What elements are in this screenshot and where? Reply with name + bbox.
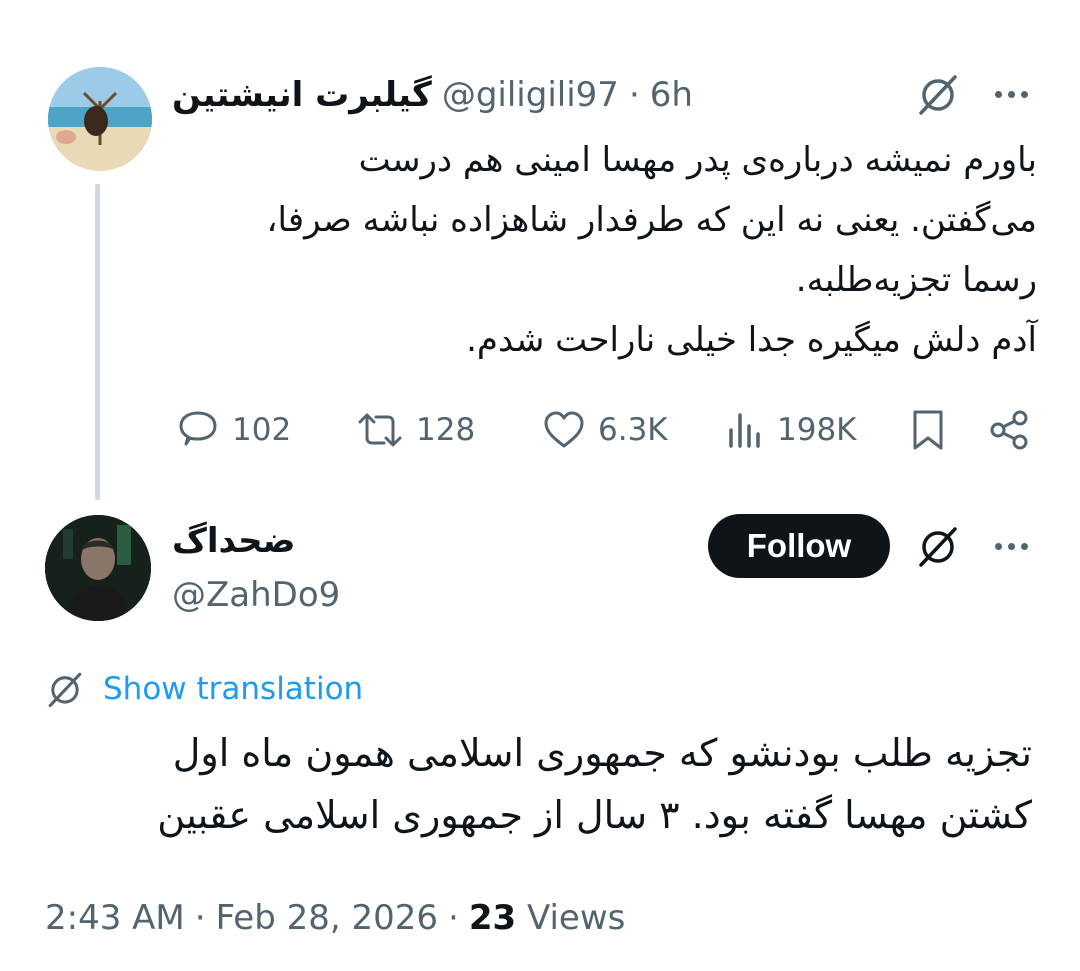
tweet-text-line: آدم دلش میگیره جدا خیلی ناراحت شدم.: [466, 320, 1037, 360]
more-options-button[interactable]: [983, 74, 1039, 114]
display-name[interactable]: گیلبرت انیشتین: [172, 75, 432, 115]
follow-button[interactable]: Follow: [708, 514, 890, 578]
tweet-text-line: رسما تجزیه‌طلبه.: [795, 260, 1037, 300]
like-count: 6.3K: [598, 412, 668, 448]
share-icon: [990, 410, 1028, 450]
views-button[interactable]: 198K: [725, 400, 857, 460]
avatar-giligili97[interactable]: [48, 67, 152, 171]
avatar-zahdo9[interactable]: [45, 515, 151, 621]
tweet-text-line: باورم نمیشه درباره‌ی پدر مهسا امینی هم د…: [358, 140, 1037, 180]
reply-tweet-text: تجزیه طلب بودنشو که جمهوری اسلامی همون م…: [32, 722, 1032, 846]
views-label: Views: [526, 898, 626, 938]
show-translation-label: Show translation: [103, 671, 364, 707]
more-dots-icon: [994, 542, 1002, 550]
views-bars-icon: [729, 413, 760, 448]
reply-count: 102: [232, 412, 292, 448]
grok-button[interactable]: [910, 66, 966, 122]
reply-button[interactable]: 102: [176, 400, 291, 460]
handle[interactable]: @giligili97: [442, 75, 619, 115]
parent-tweet-text: باورم نمیشه درباره‌ی پدر مهسا امینی هم د…: [257, 130, 1037, 370]
grok-translate-icon: [48, 672, 82, 708]
parent-tweet-header: گیلبرت انیشتین @giligili97 · 6h: [172, 70, 693, 120]
repost-count: 128: [416, 412, 476, 448]
reply-bubble-icon: [179, 411, 217, 446]
bookmark-icon: [913, 410, 943, 450]
handle[interactable]: @ZahDo9: [172, 570, 340, 620]
views-stat[interactable]: 23 Views: [469, 898, 626, 938]
tweet-text-line: می‌گفتن. یعنی نه این که طرفدار شاهزاده ن…: [266, 200, 1037, 240]
separator-dot: ·: [448, 898, 459, 938]
tweet-time[interactable]: 6h: [650, 75, 693, 115]
tweet-action-bar: 102 128 6.3K 198K: [172, 400, 1037, 460]
tweet-text-line: تجزیه طلب بودنشو که جمهوری اسلامی همون م…: [172, 731, 1032, 775]
avatar-image: [45, 515, 151, 621]
repost-icon: [358, 413, 402, 447]
grok-icon: [919, 75, 957, 115]
like-button[interactable]: 6.3K: [542, 400, 668, 460]
repost-button[interactable]: 128: [356, 400, 475, 460]
separator-dot: ·: [194, 898, 206, 938]
grok-button[interactable]: [910, 518, 966, 574]
views-count: 198K: [777, 412, 857, 448]
tweet-timestamp[interactable]: 2:43 AM: [45, 898, 185, 938]
more-options-button[interactable]: [983, 526, 1039, 566]
tweet-meta: 2:43 AM · Feb 28, 2026 · 23 Views: [45, 892, 625, 944]
tweet-text-line: کشتن مهسا گفته بود. ۳ سال از جمهوری اسلا…: [157, 793, 1032, 837]
display-name[interactable]: ضحداگ: [172, 516, 295, 566]
tweet-date[interactable]: Feb 28, 2026: [216, 898, 438, 938]
show-translation-link[interactable]: Show translation: [45, 664, 363, 714]
avatar-image: [48, 67, 152, 171]
grok-icon: [919, 527, 957, 567]
bookmark-button[interactable]: [910, 400, 946, 460]
separator-dot: ·: [628, 75, 640, 115]
thread-connector-line: [95, 184, 100, 500]
heart-icon: [544, 411, 584, 448]
views-count: 23: [468, 898, 517, 938]
more-dots-icon: [994, 90, 1002, 98]
share-button[interactable]: [988, 400, 1030, 460]
